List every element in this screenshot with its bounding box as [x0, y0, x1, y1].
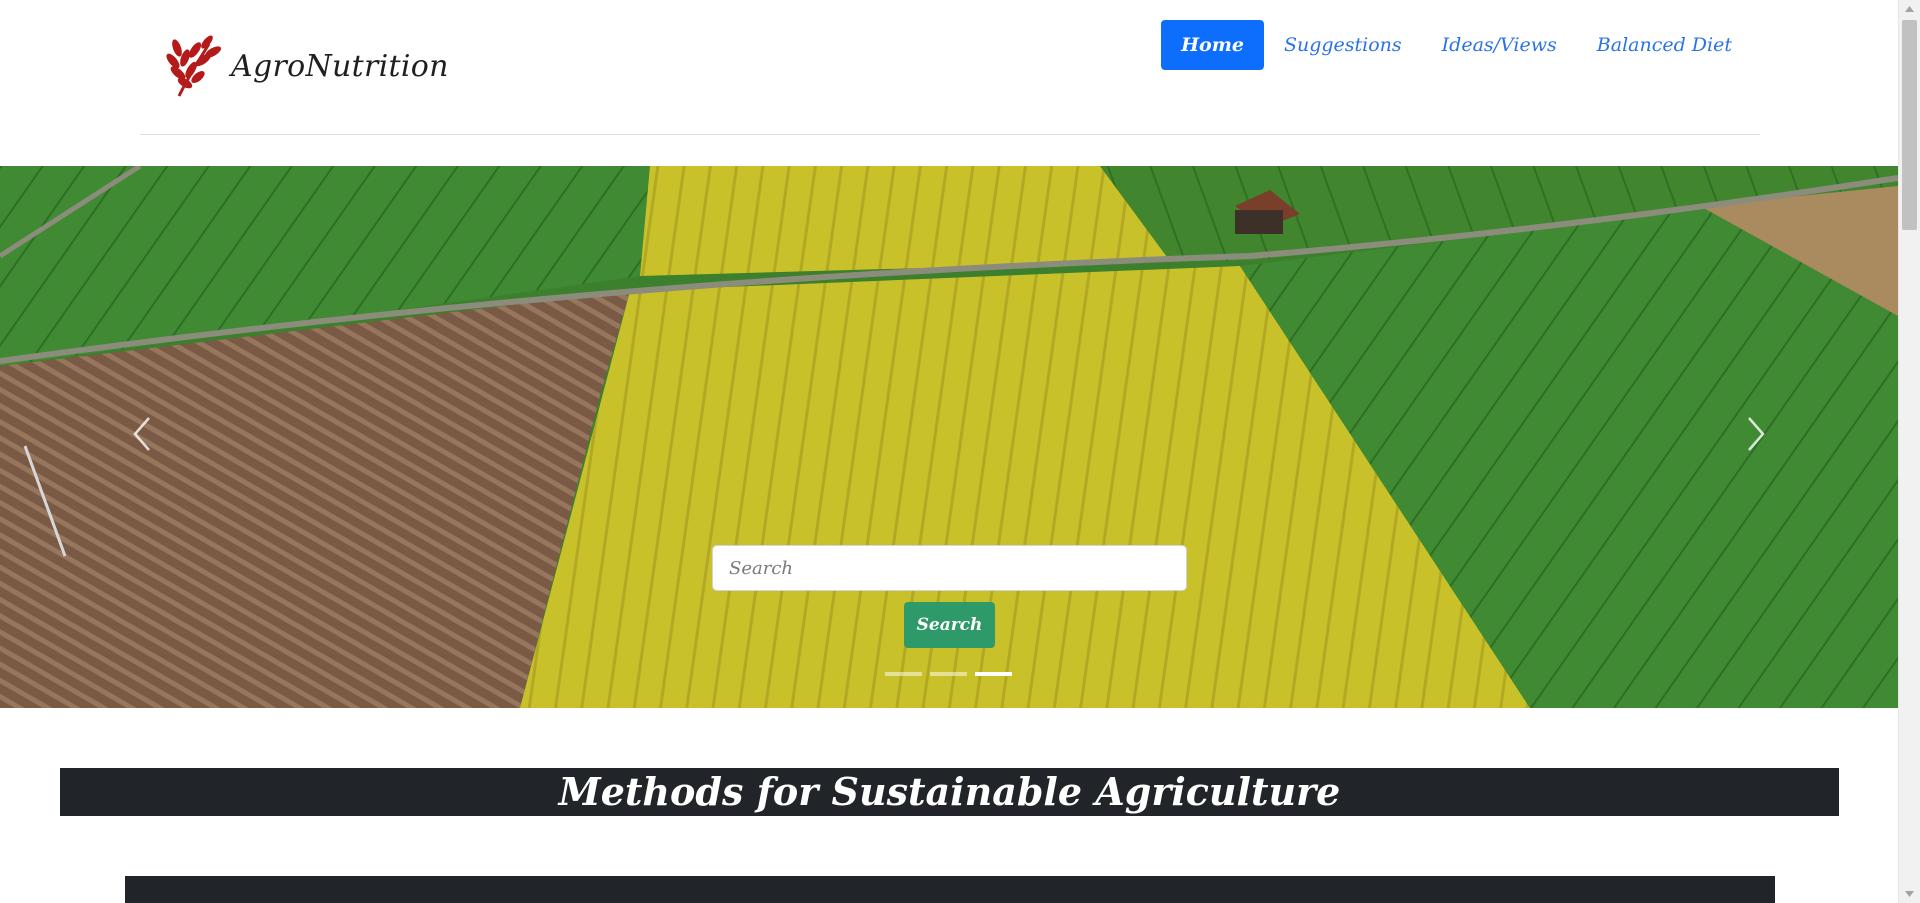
scrollbar-thumb[interactable] [1902, 20, 1917, 230]
nav-item-home[interactable]: Home [1161, 20, 1264, 70]
search-input[interactable] [712, 545, 1187, 591]
chevron-left-icon [133, 417, 150, 451]
hero-carousel: Search [0, 166, 1898, 708]
brand[interactable]: AgroNutrition [165, 34, 449, 98]
chevron-right-icon [1748, 417, 1765, 451]
search-button[interactable]: Search [904, 602, 995, 648]
carousel-indicator-1[interactable] [885, 672, 922, 676]
page-scrollbar[interactable] [1898, 0, 1920, 903]
carousel-indicators [885, 672, 1012, 676]
content-panel [125, 876, 1775, 903]
carousel-next-button[interactable] [1736, 409, 1776, 459]
nav-item-ideas-views[interactable]: Ideas/Views [1422, 20, 1577, 70]
site-header: AgroNutrition Home Suggestions Ideas/Vie… [0, 0, 1898, 165]
section-title: Methods for Sustainable Agriculture [60, 768, 1839, 816]
scroll-up-arrow-icon[interactable] [1899, 0, 1920, 18]
carousel-indicator-3[interactable] [975, 672, 1012, 676]
main-nav: Home Suggestions Ideas/Views Balanced Di… [1161, 20, 1752, 70]
scroll-down-arrow-icon[interactable] [1899, 885, 1920, 903]
carousel-indicator-2[interactable] [930, 672, 967, 676]
nav-item-balanced-diet[interactable]: Balanced Diet [1577, 20, 1752, 70]
wheat-icon [166, 35, 222, 97]
brand-name: AgroNutrition [231, 48, 449, 84]
nav-item-suggestions[interactable]: Suggestions [1264, 20, 1422, 70]
header-divider [140, 134, 1760, 135]
carousel-prev-button[interactable] [122, 409, 162, 459]
